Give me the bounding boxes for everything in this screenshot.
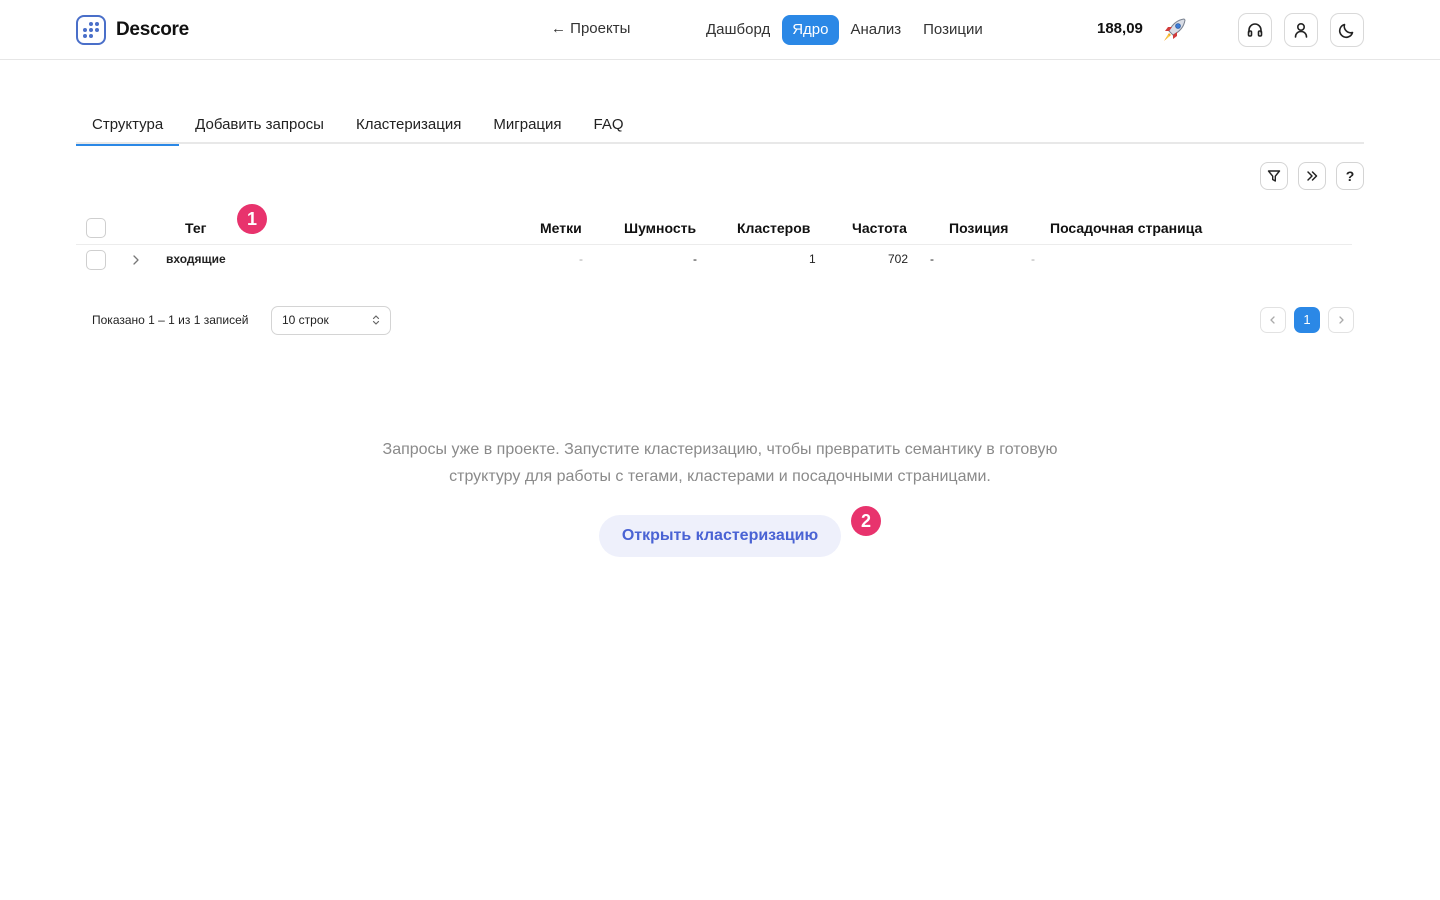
back-to-projects-link[interactable]: ← Проекты (551, 20, 630, 37)
column-header-landing-page[interactable]: Посадочная страница (1050, 220, 1202, 236)
chevron-right-icon (1339, 316, 1344, 324)
nav-analysis[interactable]: Анализ (841, 15, 912, 45)
top-header: Descore ← Проекты Дашборд Ядро Анализ По… (0, 0, 1440, 60)
nav-positions[interactable]: Позиции (913, 15, 993, 45)
select-all-checkbox[interactable] (86, 218, 106, 238)
nav-core[interactable]: Ядро (782, 15, 839, 45)
page-1-button[interactable]: 1 (1294, 307, 1320, 333)
hint-line-2: структуру для работы с тегами, кластерам… (449, 468, 991, 485)
expand-row-icon[interactable] (130, 253, 142, 267)
help-icon: ? (1345, 168, 1355, 184)
prev-page-button[interactable] (1260, 307, 1286, 333)
expand-columns-button[interactable] (1298, 162, 1326, 190)
rows-per-page-select[interactable]: 10 строк (271, 306, 391, 335)
row-checkbox[interactable] (86, 250, 106, 270)
select-updown-icon (372, 315, 380, 325)
support-button[interactable] (1238, 13, 1272, 47)
moon-icon (1338, 23, 1354, 39)
clustering-hint: Запросы уже в проекте. Запустите кластер… (320, 436, 1120, 490)
structure-table: Тег Метки Шумность Кластеров Частота Поз… (76, 210, 1352, 275)
table-row[interactable]: входящие - - 1 702 - - (76, 245, 1352, 275)
column-header-labels[interactable]: Метки (540, 220, 582, 236)
cell-labels: - (579, 252, 583, 266)
chevrons-right-icon (1307, 171, 1318, 181)
tab-structure[interactable]: Структура (76, 106, 180, 146)
tab-migration[interactable]: Миграция (477, 106, 577, 144)
hint-line-1: Запросы уже в проекте. Запустите кластер… (382, 441, 1058, 458)
app-logo[interactable]: Descore (76, 15, 189, 45)
profile-button[interactable] (1284, 13, 1318, 47)
user-icon (1294, 22, 1308, 38)
column-header-tag[interactable]: Тег (185, 220, 206, 236)
main-nav: Дашборд Ядро Анализ Позиции (696, 15, 993, 45)
table-header: Тег Метки Шумность Кластеров Частота Поз… (76, 210, 1352, 245)
column-header-noise[interactable]: Шумность (624, 220, 696, 236)
cell-noise: - (693, 252, 697, 266)
column-header-frequency[interactable]: Частота (852, 220, 907, 236)
balance-value: 188,09 (1097, 20, 1143, 37)
records-summary: Показано 1 – 1 из 1 записей (92, 313, 249, 327)
cell-position: - (930, 252, 934, 266)
app-name: Descore (116, 19, 189, 40)
nav-dashboard[interactable]: Дашборд (696, 15, 780, 45)
theme-toggle-button[interactable] (1330, 13, 1364, 47)
rocket-icon[interactable] (1160, 16, 1188, 44)
open-clustering-button[interactable]: Открыть кластеризацию (599, 515, 841, 557)
logo-icon (76, 15, 106, 45)
help-button[interactable]: ? (1336, 162, 1364, 190)
column-header-position[interactable]: Позиция (949, 220, 1008, 236)
chevron-left-icon (1270, 316, 1275, 324)
cell-landing-page: - (1031, 252, 1035, 266)
filter-icon (1267, 170, 1281, 182)
annotation-badge-2: 2 (851, 506, 881, 536)
cell-frequency: 702 (888, 252, 909, 266)
filter-button[interactable] (1260, 162, 1288, 190)
rows-per-page-value: 10 строк (282, 313, 329, 327)
annotation-badge-1: 1 (237, 204, 267, 234)
column-header-clusters[interactable]: Кластеров (737, 220, 810, 236)
tab-clustering[interactable]: Кластеризация (340, 106, 477, 144)
tab-add-queries[interactable]: Добавить запросы (179, 106, 340, 144)
headset-icon (1247, 23, 1263, 37)
next-page-button[interactable] (1328, 307, 1354, 333)
cell-tag[interactable]: входящие (166, 252, 226, 266)
section-tabs: Структура Добавить запросы Кластеризация… (76, 106, 1364, 146)
cell-clusters: 1 (809, 252, 816, 266)
tab-faq[interactable]: FAQ (578, 106, 640, 144)
